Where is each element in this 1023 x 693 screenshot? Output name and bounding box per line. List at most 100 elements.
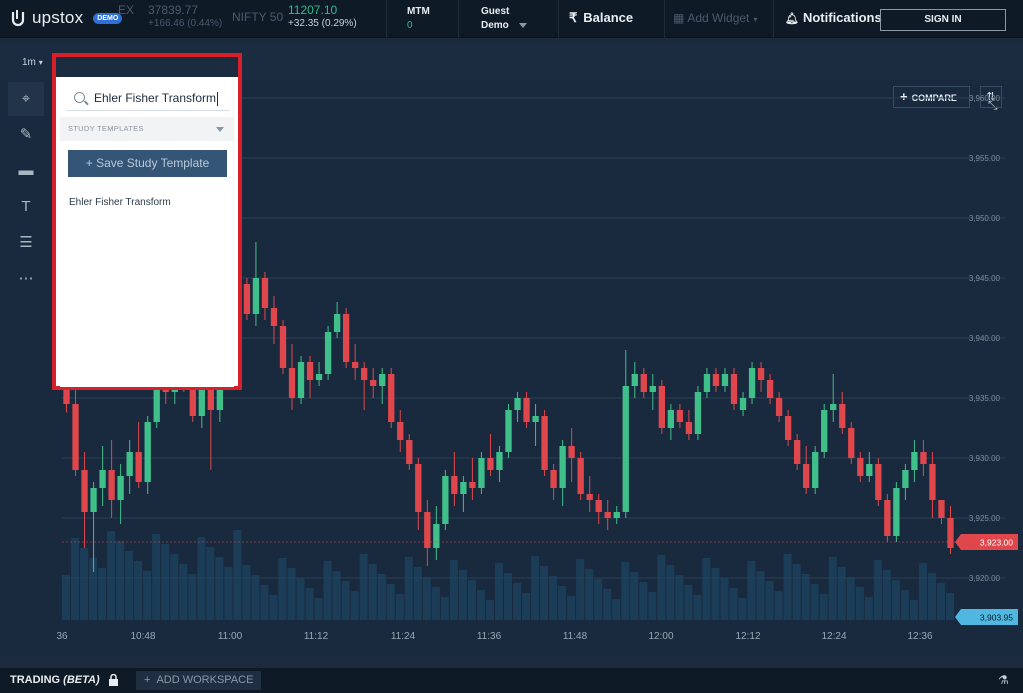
- sign-in-button[interactable]: SIGN IN: [880, 9, 1006, 31]
- volume-bar: [359, 554, 368, 620]
- candle-body: [261, 278, 269, 308]
- study-result-item[interactable]: Ehler Fisher Transform: [69, 197, 171, 208]
- volume-bar: [549, 576, 558, 620]
- x-tick-label: 11:36: [477, 631, 502, 642]
- candle-body: [351, 362, 359, 368]
- ticker-nifty-values[interactable]: 11207.10 +32.35 (0.29%): [288, 4, 357, 30]
- user-menu[interactable]: Guest Demo: [481, 5, 527, 33]
- y-tick-label: 3,920.00: [969, 574, 1001, 583]
- y-tick-label: 3,925.00: [969, 514, 1001, 523]
- candle-body: [424, 512, 431, 548]
- volume-bar: [485, 600, 494, 620]
- candle-body: [775, 398, 783, 416]
- notifications-button[interactable]: 🔔︎ Notifications: [785, 10, 882, 25]
- trading-workspace-tab[interactable]: TRADING (BETA): [10, 674, 100, 686]
- user-account: Demo: [481, 20, 509, 31]
- interval-selector[interactable]: 1m ▾: [22, 57, 43, 68]
- ticker-nifty[interactable]: NIFTY 50: [232, 11, 283, 25]
- candle-body: [514, 398, 521, 410]
- lock-icon[interactable]: [108, 674, 119, 686]
- chevron-down-icon: ▾: [38, 58, 43, 67]
- x-tick-label: 12:36: [907, 631, 932, 642]
- add-workspace-label: ADD WORKSPACE: [156, 674, 254, 686]
- x-tick-label: 12:12: [735, 631, 760, 642]
- y-tick-label: 3,935.00: [969, 394, 1001, 403]
- candle-body: [866, 464, 873, 476]
- volume-bar: [711, 568, 720, 620]
- volume-bar: [71, 538, 80, 620]
- candle-body: [694, 392, 702, 434]
- brand-logo[interactable]: upstox DEMO: [10, 8, 123, 28]
- candle-body: [90, 488, 97, 512]
- x-tick-label: 36: [56, 631, 68, 642]
- volume-bar: [494, 563, 503, 620]
- save-study-template-button[interactable]: + Save Study Template: [68, 150, 227, 177]
- candle-body: [361, 368, 368, 380]
- volume-bar: [702, 558, 711, 620]
- mtm-widget[interactable]: MTM 0: [407, 5, 430, 33]
- volume-bar: [206, 547, 215, 620]
- study-search-input[interactable]: [94, 89, 226, 107]
- panel-header-strip: [56, 57, 238, 77]
- volume-bar: [909, 600, 918, 620]
- volume-bar: [467, 580, 476, 620]
- volume-bar: [522, 593, 531, 620]
- volume-bar: [603, 589, 612, 620]
- volume-bar: [810, 584, 819, 620]
- candle-body: [243, 284, 251, 314]
- volume-bar: [729, 588, 738, 620]
- candle-body: [406, 440, 413, 464]
- candle-body: [803, 464, 810, 488]
- bell-icon: 🔔︎: [785, 13, 799, 25]
- candle-body: [766, 380, 774, 398]
- candle-body: [884, 500, 891, 536]
- beta-label: (BETA): [63, 674, 100, 686]
- volume-bar: [341, 581, 350, 620]
- flask-icon[interactable]: ⚗: [998, 673, 1009, 687]
- volume-bar: [927, 573, 936, 620]
- candle-body: [252, 278, 260, 314]
- ticker-sensex-values[interactable]: 37839.77 +166.46 (0.44%): [148, 4, 222, 30]
- volume-bar: [80, 548, 89, 620]
- y-tick-label: 3,960.00: [969, 94, 1001, 103]
- y-tick-label: 3,950.00: [969, 214, 1001, 223]
- volume-bar: [720, 578, 729, 620]
- volume-bar: [251, 575, 260, 620]
- divider: [558, 0, 559, 38]
- candle-body: [568, 446, 575, 458]
- volume-bar: [224, 567, 233, 620]
- add-workspace-button[interactable]: + ADD WORKSPACE: [136, 671, 261, 690]
- candle-body: [135, 452, 142, 482]
- candle-body: [541, 416, 548, 470]
- grid-icon: ▦: [673, 11, 685, 25]
- candle-body: [757, 368, 765, 380]
- volume-value-label: 3,903.95: [980, 613, 1013, 623]
- candle-body: [703, 374, 711, 392]
- candle-body: [117, 476, 124, 500]
- candle-body: [81, 470, 88, 512]
- ticker-value: 37839.77: [148, 3, 199, 17]
- volume-bar: [314, 598, 323, 620]
- y-tick-label: 3,930.00: [969, 454, 1001, 463]
- candle-body: [667, 410, 675, 428]
- ticker-sensex[interactable]: EX: [118, 4, 134, 18]
- volume-bar: [179, 564, 188, 620]
- volume-bar: [747, 561, 756, 620]
- study-templates-header[interactable]: STUDY TEMPLATES: [60, 117, 234, 141]
- add-widget-button[interactable]: ▦ Add Widget ▾: [673, 11, 757, 25]
- volume-bar: [62, 575, 71, 620]
- candle-body: [388, 374, 395, 422]
- chevron-down-icon: [216, 127, 224, 132]
- volume-bar: [630, 572, 639, 620]
- trading-label: TRADING: [10, 674, 61, 686]
- candle-body: [938, 500, 945, 518]
- candle-body: [586, 494, 593, 500]
- volume-bar: [458, 570, 467, 620]
- chevron-down-icon: [518, 22, 527, 28]
- balance-button[interactable]: ₹ Balance: [569, 10, 633, 26]
- volume-bar: [846, 577, 855, 620]
- candle-body: [812, 452, 819, 488]
- candle-body: [72, 404, 79, 470]
- last-price-label: 3,923.00: [980, 538, 1013, 548]
- volume-bar: [918, 563, 927, 620]
